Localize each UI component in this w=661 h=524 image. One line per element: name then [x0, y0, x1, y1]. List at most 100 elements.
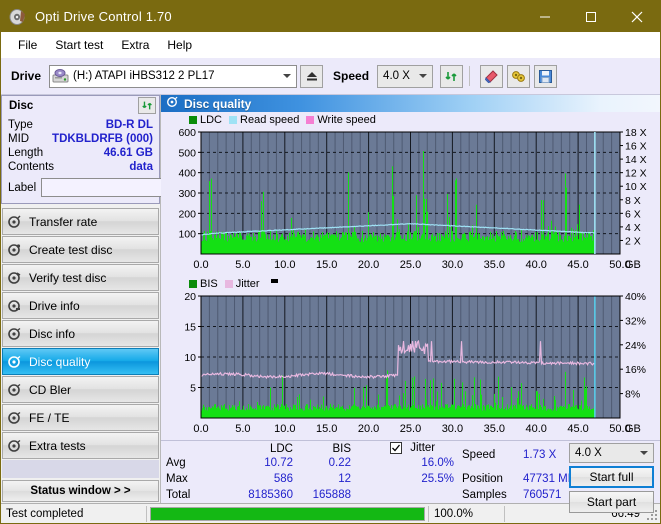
jitter-max: 25.5%: [421, 473, 454, 485]
charts-area: LDC Read speed Write speed 100 200 300 400 5…: [161, 112, 660, 440]
page-title: Disc quality: [184, 96, 252, 111]
drive-icon: [3, 299, 25, 313]
close-button[interactable]: [614, 1, 660, 32]
drive-value: (H:) ATAPI iHBS312 2 PL17: [73, 70, 215, 82]
legend-item-ldc: LDC: [189, 114, 222, 126]
svg-text:15: 15: [184, 322, 196, 334]
bis-max: 12: [338, 473, 351, 485]
samples-stat-value: 760571: [523, 489, 562, 501]
svg-text:15.0: 15.0: [316, 423, 337, 435]
status-bar: Test completed 100.0% 66:49: [1, 503, 660, 523]
disc-refresh-button[interactable]: [138, 97, 156, 114]
disc-spin-icon: [3, 215, 25, 229]
legend-marker-icon: [270, 279, 278, 283]
disc-mid-label: MID: [8, 133, 30, 145]
statistics-panel: LDC BIS Avg Max Total 10.72 586 8185360 …: [161, 440, 660, 513]
svg-text:40%: 40%: [625, 291, 646, 303]
legend-top-chart: LDC Read speed Write speed: [161, 113, 660, 126]
svg-text:24%: 24%: [625, 340, 646, 352]
sidebar-label: Disc quality: [29, 354, 91, 369]
svg-text:10: 10: [184, 352, 196, 364]
svg-text:5.0: 5.0: [235, 259, 250, 271]
disc-row-type: Type BD-R DL: [8, 118, 153, 132]
progress-percent: 100.0%: [434, 507, 474, 520]
ldc-total: 8185360: [248, 489, 293, 501]
eject-button[interactable]: [300, 64, 324, 88]
speed-stat-value: 1.73 X: [523, 449, 557, 461]
disc-check-icon: [3, 271, 25, 285]
sidebar: Disc Type BD-R DL MID TDKBLDRFB (000) Le…: [1, 95, 210, 503]
chevron-down-icon: [419, 74, 428, 78]
bis-jitter-plot: 5 10 15 20 8% 16% 24% 32% 40% 0.0 5.0 10.0 15.0 20.0 2…: [184, 291, 646, 435]
disc-info-panel: Type BD-R DL MID TDKBLDRFB (000) Length …: [1, 115, 210, 204]
sidebar-item-verify-test-disc[interactable]: Verify test disc: [2, 264, 159, 291]
disc-info-icon: [3, 327, 25, 341]
legend-item-bis: BIS: [189, 278, 218, 290]
svg-text:20.0: 20.0: [358, 423, 379, 435]
jitter-label: Jitter: [410, 442, 436, 454]
eject-icon: [306, 72, 317, 81]
sidebar-label: Transfer rate: [29, 214, 98, 229]
menu-extra[interactable]: Extra: [112, 35, 158, 55]
check-icon: [392, 444, 401, 452]
speed-select[interactable]: 4.0 X: [377, 64, 434, 88]
legend-item-write-speed: Write speed: [306, 114, 376, 126]
sidebar-item-drive-info[interactable]: Drive info: [2, 292, 159, 319]
start-full-button[interactable]: Start full: [569, 466, 654, 488]
disc-row-length: Length 46.61 GB: [8, 146, 153, 160]
save-button[interactable]: [534, 64, 558, 88]
sidebar-item-disc-quality[interactable]: Disc quality: [2, 348, 159, 375]
svg-text:500: 500: [178, 147, 196, 159]
sidebar-item-cd-bler[interactable]: CD Bler: [2, 376, 159, 403]
status-message: Test completed: [6, 507, 84, 520]
menu-help[interactable]: Help: [158, 35, 201, 55]
sidebar-item-transfer-rate[interactable]: Transfer rate: [2, 208, 159, 235]
sidebar-item-fe-te[interactable]: FE / TE: [2, 404, 159, 431]
disc-row-mid: MID TDKBLDRFB (000): [8, 132, 153, 146]
menu-start-test[interactable]: Start test: [46, 35, 112, 55]
progress-fill: [151, 507, 424, 520]
sidebar-label: Extra tests: [29, 438, 86, 453]
status-separator: [146, 505, 147, 522]
svg-text:10.0: 10.0: [274, 259, 295, 271]
position-stat-label: Position: [462, 473, 503, 485]
bis-avg: 0.22: [328, 457, 351, 469]
save-icon: [539, 69, 553, 83]
svg-text:32%: 32%: [625, 315, 646, 327]
drive-label: Drive: [11, 69, 42, 83]
svg-text:0.0: 0.0: [193, 259, 208, 271]
resize-grip[interactable]: [645, 508, 657, 520]
status-window-button[interactable]: Status window > >: [2, 480, 159, 502]
drive-select[interactable]: (H:) ATAPI iHBS312 2 PL17: [49, 64, 298, 88]
sidebar-label: Drive info: [29, 298, 80, 313]
chevron-down-icon: [640, 451, 648, 455]
start-part-button[interactable]: Start part: [569, 491, 654, 513]
toolbar-separator: [469, 66, 471, 86]
maximize-button[interactable]: [568, 1, 614, 32]
ldc-avg: 10.72: [264, 457, 293, 469]
disc-quality-icon: [3, 355, 25, 369]
eraser-button[interactable]: [480, 64, 504, 88]
svg-text:400: 400: [178, 168, 196, 180]
refresh-icon: [141, 101, 152, 110]
jitter-checkbox[interactable]: [390, 442, 402, 454]
panel-header: Disc quality: [161, 95, 660, 112]
refresh-button[interactable]: [440, 64, 464, 88]
sidebar-item-create-test-disc[interactable]: Create test disc: [2, 236, 159, 263]
test-speed-select[interactable]: 4.0 X: [569, 443, 654, 463]
minimize-button[interactable]: [522, 1, 568, 32]
col-header-bis: BIS: [332, 443, 351, 455]
drive-icon: [52, 68, 69, 84]
disc-length-label: Length: [8, 147, 44, 159]
svg-text:45.0: 45.0: [567, 423, 588, 435]
legend-label: Write speed: [317, 113, 376, 126]
refresh-icon: [445, 71, 457, 81]
application-window: Opti Drive Control 1.70 File Start test …: [0, 0, 661, 524]
binoculars-button[interactable]: [507, 64, 531, 88]
row-label-total: Total: [166, 489, 191, 501]
sidebar-item-extra-tests[interactable]: Extra tests: [2, 432, 159, 459]
menu-file[interactable]: File: [9, 35, 46, 55]
sidebar-label: CD Bler: [29, 382, 72, 397]
sidebar-item-disc-info[interactable]: Disc info: [2, 320, 159, 347]
title-bar: Opti Drive Control 1.70: [1, 1, 660, 32]
